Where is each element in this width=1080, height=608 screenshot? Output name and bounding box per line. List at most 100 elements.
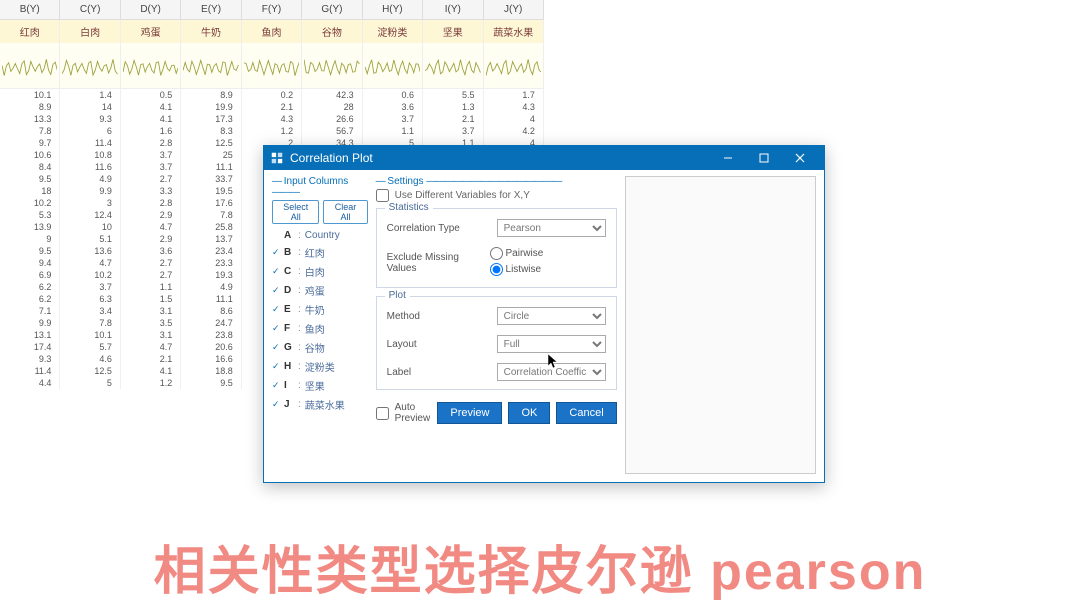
table-cell[interactable]: 2.1 (121, 353, 181, 365)
table-cell[interactable]: 20.6 (181, 341, 241, 353)
table-cell[interactable]: 13.1 (0, 329, 60, 341)
table-cell[interactable]: 23.3 (181, 257, 241, 269)
column-list-item[interactable]: ✓C:白肉 (272, 262, 368, 281)
table-cell[interactable]: 5.7 (60, 341, 120, 353)
table-cell[interactable]: 19.3 (181, 269, 241, 281)
table-cell[interactable]: 1.3 (423, 101, 483, 113)
table-cell[interactable]: 26.6 (302, 113, 362, 125)
table-cell[interactable]: 2.9 (121, 209, 181, 221)
table-cell[interactable]: 8.6 (181, 305, 241, 317)
table-cell[interactable]: 13.7 (181, 233, 241, 245)
column-list-item[interactable]: ✓H:淀粉类 (272, 357, 368, 376)
listwise-radio[interactable]: Listwise (490, 263, 542, 276)
table-cell[interactable]: 4.7 (121, 341, 181, 353)
column-header[interactable]: I(Y) (423, 0, 483, 19)
table-cell[interactable]: 2.1 (423, 113, 483, 125)
table-cell[interactable]: 9.5 (0, 245, 60, 257)
table-cell[interactable]: 5.1 (60, 233, 120, 245)
table-cell[interactable]: 0.6 (363, 89, 423, 101)
table-cell[interactable]: 12.4 (60, 209, 120, 221)
table-cell[interactable]: 0.2 (242, 89, 302, 101)
table-cell[interactable]: 8.9 (181, 89, 241, 101)
table-cell[interactable]: 1.2 (121, 377, 181, 389)
table-cell[interactable]: 3.6 (121, 245, 181, 257)
table-cell[interactable]: 3.7 (423, 125, 483, 137)
table-cell[interactable]: 4.7 (121, 221, 181, 233)
table-cell[interactable]: 3.7 (121, 149, 181, 161)
table-cell[interactable]: 3.1 (121, 329, 181, 341)
column-list-item[interactable]: ✓B:红肉 (272, 243, 368, 262)
table-cell[interactable]: 7.8 (181, 209, 241, 221)
table-cell[interactable]: 3.4 (60, 305, 120, 317)
table-cell[interactable]: 4 (484, 113, 544, 125)
cancel-button[interactable]: Cancel (556, 402, 616, 424)
table-cell[interactable]: 25.8 (181, 221, 241, 233)
table-cell[interactable]: 1.1 (121, 281, 181, 293)
table-cell[interactable]: 2.7 (121, 269, 181, 281)
table-row[interactable]: 13.39.34.117.34.326.63.72.14 (0, 113, 544, 125)
preview-button[interactable]: Preview (437, 402, 502, 424)
table-cell[interactable]: 6.2 (0, 293, 60, 305)
table-cell[interactable]: 9.5 (0, 173, 60, 185)
ok-button[interactable]: OK (508, 402, 550, 424)
minimize-button[interactable] (710, 146, 746, 170)
table-cell[interactable]: 2.8 (121, 197, 181, 209)
table-cell[interactable]: 5 (60, 377, 120, 389)
table-cell[interactable]: 9.9 (60, 185, 120, 197)
table-cell[interactable]: 7.1 (0, 305, 60, 317)
table-cell[interactable]: 2.7 (121, 257, 181, 269)
table-cell[interactable]: 4.9 (181, 281, 241, 293)
table-cell[interactable]: 3.7 (363, 113, 423, 125)
label-select[interactable]: Correlation Coeffic (497, 363, 606, 381)
table-cell[interactable]: 10.6 (0, 149, 60, 161)
table-cell[interactable]: 1.5 (121, 293, 181, 305)
table-cell[interactable]: 9.7 (0, 137, 60, 149)
table-cell[interactable]: 5.3 (0, 209, 60, 221)
table-cell[interactable]: 11.1 (181, 293, 241, 305)
table-cell[interactable]: 2.8 (121, 137, 181, 149)
table-cell[interactable]: 10.8 (60, 149, 120, 161)
table-cell[interactable]: 4.3 (484, 101, 544, 113)
column-header[interactable]: E(Y) (181, 0, 241, 19)
column-list-item[interactable]: ✓G:谷物 (272, 338, 368, 357)
table-cell[interactable]: 8.3 (181, 125, 241, 137)
table-cell[interactable]: 23.8 (181, 329, 241, 341)
table-cell[interactable]: 33.7 (181, 173, 241, 185)
column-header[interactable]: F(Y) (242, 0, 302, 19)
table-cell[interactable]: 14 (60, 101, 120, 113)
table-cell[interactable]: 3.5 (121, 317, 181, 329)
column-list-item[interactable]: A:Country (272, 228, 368, 243)
table-cell[interactable]: 10 (60, 221, 120, 233)
table-cell[interactable]: 4.4 (0, 377, 60, 389)
table-cell[interactable]: 1.4 (60, 89, 120, 101)
table-cell[interactable]: 1.1 (363, 125, 423, 137)
table-cell[interactable]: 19.9 (181, 101, 241, 113)
column-header[interactable]: D(Y) (121, 0, 181, 19)
table-cell[interactable]: 3.6 (363, 101, 423, 113)
column-list-item[interactable]: ✓I:坚果 (272, 376, 368, 395)
table-cell[interactable]: 4.1 (121, 365, 181, 377)
table-cell[interactable]: 10.2 (60, 269, 120, 281)
table-cell[interactable]: 4.6 (60, 353, 120, 365)
table-cell[interactable]: 23.4 (181, 245, 241, 257)
table-cell[interactable]: 2.1 (242, 101, 302, 113)
table-cell[interactable]: 1.6 (121, 125, 181, 137)
table-cell[interactable]: 8.4 (0, 161, 60, 173)
table-cell[interactable]: 3.7 (60, 281, 120, 293)
table-cell[interactable]: 1.2 (242, 125, 302, 137)
table-cell[interactable]: 8.9 (0, 101, 60, 113)
table-cell[interactable]: 6 (60, 125, 120, 137)
table-cell[interactable]: 6.2 (0, 281, 60, 293)
table-cell[interactable]: 16.6 (181, 353, 241, 365)
table-cell[interactable]: 2.9 (121, 233, 181, 245)
table-cell[interactable]: 11.1 (181, 161, 241, 173)
layout-select[interactable]: Full (497, 335, 606, 353)
auto-preview-checkbox[interactable]: Auto Preview (376, 402, 432, 424)
table-cell[interactable]: 10.2 (0, 197, 60, 209)
table-cell[interactable]: 4.7 (60, 257, 120, 269)
table-cell[interactable]: 17.6 (181, 197, 241, 209)
table-cell[interactable]: 12.5 (60, 365, 120, 377)
table-cell[interactable]: 18 (0, 185, 60, 197)
table-cell[interactable]: 10.1 (0, 89, 60, 101)
table-cell[interactable]: 10.1 (60, 329, 120, 341)
